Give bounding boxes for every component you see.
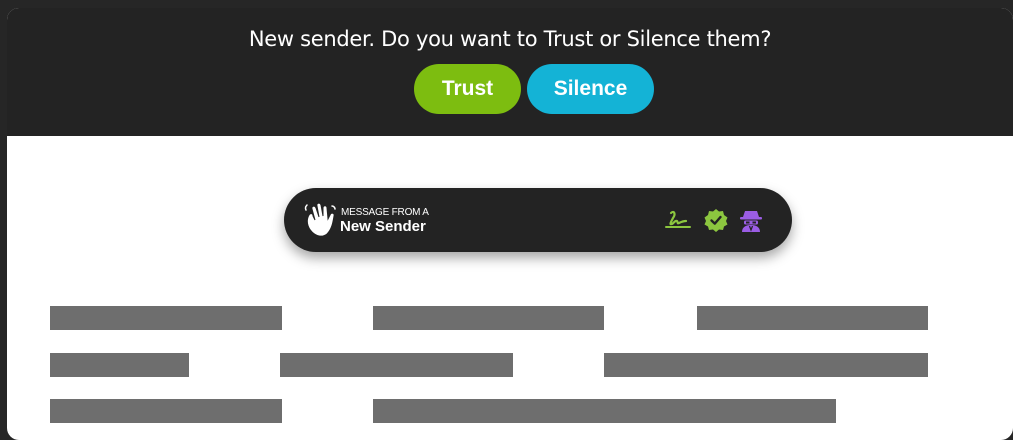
verified-check-icon (704, 209, 728, 232)
placeholder-line (697, 306, 928, 330)
placeholder-line (50, 399, 282, 423)
placeholder-line (50, 353, 189, 377)
waving-hand-icon (304, 202, 336, 237)
placeholder-line (50, 306, 282, 330)
placeholder-line (280, 353, 513, 377)
email-window: New sender. Do you want to Trust or Sile… (7, 8, 1013, 440)
sender-caption: MESSAGE FROM A (341, 207, 429, 218)
silence-button[interactable]: Silence (527, 64, 654, 114)
banner-prompt: New sender. Do you want to Trust or Sile… (248, 27, 772, 51)
sender-name: New Sender (340, 218, 426, 235)
placeholder-line (373, 306, 604, 330)
trust-button[interactable]: Trust (414, 64, 521, 114)
placeholder-line (373, 399, 836, 423)
spy-icon (740, 211, 762, 232)
signature-icon (665, 210, 691, 228)
placeholder-line (604, 353, 928, 377)
sender-badge: MESSAGE FROM A New Sender (284, 188, 792, 252)
new-sender-banner: New sender. Do you want to Trust or Sile… (7, 8, 1013, 136)
